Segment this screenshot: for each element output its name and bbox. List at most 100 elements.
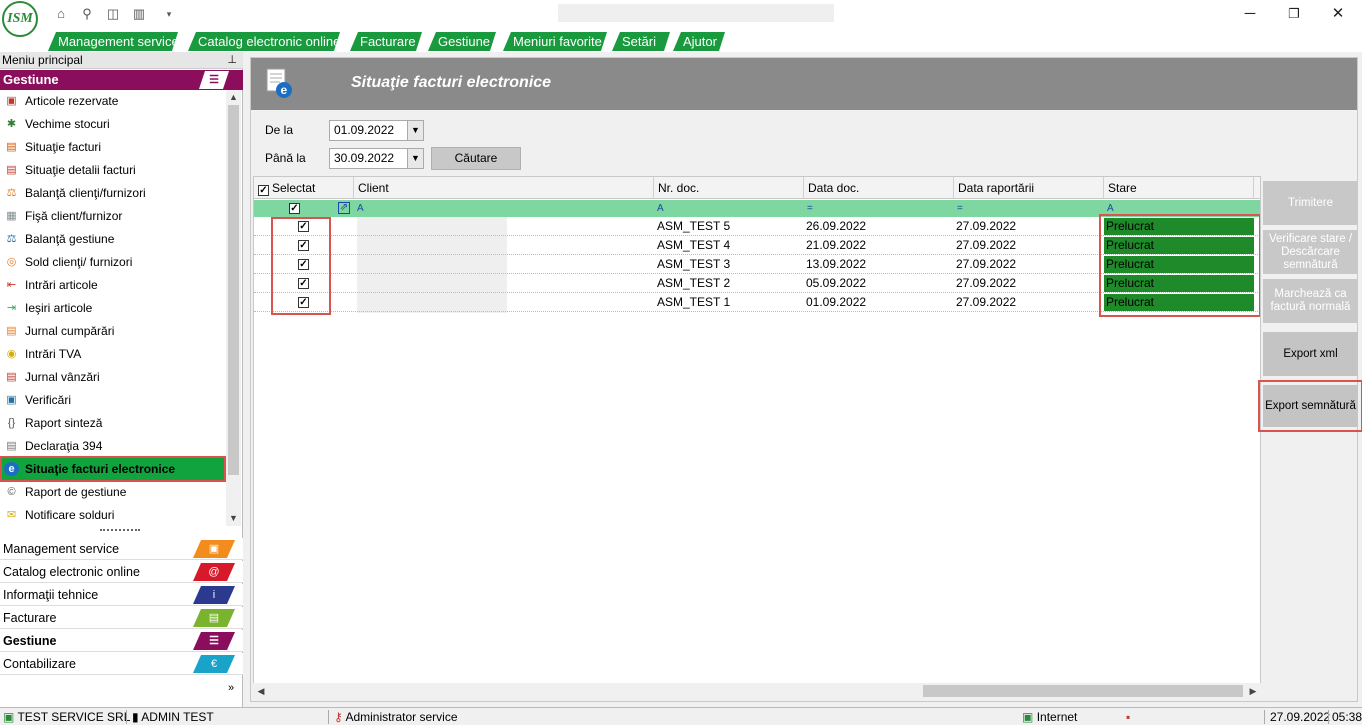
menu-item-vechime-stocuri[interactable]: ✱ Vechime stocuri bbox=[2, 113, 224, 135]
menu-item-jurnal-cumparari[interactable]: ▤ Jurnal cumpărări bbox=[2, 320, 224, 342]
more-tabs-icon[interactable]: » bbox=[228, 682, 234, 694]
verificare-stare-button[interactable]: Verificare stare / Descărcare semnătură bbox=[1263, 230, 1358, 274]
home-icon[interactable]: ⌂ bbox=[52, 6, 70, 22]
menu-catalog-electronic-online[interactable]: Catalog electronic online bbox=[188, 32, 340, 51]
menu-management-service[interactable]: Management service bbox=[48, 32, 178, 51]
status-separator bbox=[126, 710, 127, 724]
nav-tab-management-service[interactable]: Management service ▣ bbox=[0, 538, 243, 560]
menu-meniuri-favorite[interactable]: Meniuri favorite bbox=[503, 32, 607, 51]
scroll-down-icon[interactable]: ▼ bbox=[226, 511, 241, 526]
search-button[interactable]: Căutare bbox=[431, 147, 521, 170]
dropdown-arrow-icon[interactable]: ▼ bbox=[407, 149, 423, 168]
menu-item-raport-sinteza[interactable]: {} Raport sinteză bbox=[2, 412, 224, 434]
column-header-stare[interactable]: Stare bbox=[1104, 177, 1254, 199]
menu-facturare[interactable]: Facturare bbox=[350, 32, 422, 51]
menu-ajutor[interactable]: Ajutor bbox=[673, 32, 725, 51]
invoices-grid: ✓ Selectat Client Nr. doc. Data doc. Data… bbox=[253, 176, 1261, 684]
barcode-icon[interactable]: ▥ bbox=[130, 6, 148, 22]
menu-item-sold-clienti-furnizori[interactable]: ◎ Sold clienţi/ furnizori bbox=[2, 251, 224, 273]
column-header-data-raportarii[interactable]: Data raportării bbox=[954, 177, 1104, 199]
globe-icon: ▣ bbox=[1022, 710, 1034, 724]
nav-tab-facturare[interactable]: Facturare ▤ bbox=[0, 607, 243, 629]
hscroll-thumb[interactable] bbox=[923, 685, 1243, 697]
menu-item-balanta-gestiune[interactable]: ⚖ Balanţă gestiune bbox=[2, 228, 224, 250]
cell-data-doc: 05.09.2022 bbox=[806, 276, 867, 290]
column-header-client[interactable]: Client bbox=[354, 177, 654, 199]
export-semnatura-button[interactable]: Export semnătură bbox=[1258, 380, 1362, 432]
minimize-button[interactable]: ─ bbox=[1236, 4, 1264, 24]
menu-item-raport-de-gestiune[interactable]: © Raport de gestiune bbox=[2, 481, 224, 503]
from-date-field[interactable]: 01.09.2022 ▼ bbox=[329, 120, 424, 141]
menu-item-balanta-clienti-furnizori[interactable]: ⚖ Balanţă clienţi/furnizori bbox=[2, 182, 224, 204]
column-header-nr-doc[interactable]: Nr. doc. bbox=[654, 177, 804, 199]
select-all-checkbox[interactable]: ✓ bbox=[258, 185, 269, 196]
menu-item-notificare-solduri[interactable]: ✉ Notificare solduri bbox=[2, 504, 224, 526]
column-header-extra bbox=[1254, 177, 1260, 199]
menu-gestiune[interactable]: Gestiune bbox=[428, 32, 496, 51]
menu-item-iesiri-articole[interactable]: ⇥ Ieşiri articole bbox=[2, 297, 224, 319]
menu-item-situatie-facturi[interactable]: ▤ Situaţie facturi bbox=[2, 136, 224, 158]
nav-tab-catalog-electronic-online[interactable]: Catalog electronic online @ bbox=[0, 561, 243, 583]
nav-tab-informatii-tehnice[interactable]: Informaţii tehnice i bbox=[0, 584, 243, 606]
filter-select-checkbox[interactable]: ✓ bbox=[289, 203, 300, 214]
menu-item-situatie-facturi-electronice[interactable]: e Situaţie facturi electronice bbox=[0, 456, 226, 482]
close-button[interactable]: ✕ bbox=[1324, 4, 1352, 24]
marcheaza-factura-normala-button[interactable]: Marchează ca factură normală bbox=[1263, 279, 1358, 323]
menu-item-situatie-detalii-facturi[interactable]: ▤ Situaţie detalii facturi bbox=[2, 159, 224, 181]
balance-clients-icon: ⚖ bbox=[6, 187, 17, 199]
menu-item-verificari[interactable]: ▣ Verificări bbox=[2, 389, 224, 411]
gestiune-section-icon: ☰ bbox=[199, 71, 229, 89]
cell-data-raportarii: 27.09.2022 bbox=[956, 295, 1017, 309]
filter-op-data-raportarii[interactable]: = bbox=[957, 200, 963, 217]
menu-item-fisa-client-furnizor[interactable]: ▦ Fişă client/furnizor bbox=[2, 205, 224, 227]
role-status: ⚷ Administrator service bbox=[334, 710, 458, 724]
reserved-items-icon: ▣ bbox=[6, 95, 17, 107]
nav-tab-contabilizare[interactable]: Contabilizare € bbox=[0, 653, 243, 675]
filter-op-client[interactable]: A bbox=[357, 200, 364, 217]
scroll-left-icon[interactable]: ◀ bbox=[253, 683, 269, 699]
to-date-label: Până la bbox=[265, 151, 306, 165]
page-title: Situaţie facturi electronice bbox=[351, 74, 552, 91]
search-user-icon[interactable]: ⚲ bbox=[78, 6, 96, 22]
binoculars-icon[interactable]: ◫ bbox=[104, 6, 122, 22]
entries-icon: ⇤ bbox=[6, 279, 17, 291]
filter-op-data-doc[interactable]: = bbox=[807, 200, 813, 217]
dropdown-arrow-icon[interactable]: ▼ bbox=[407, 121, 423, 140]
menu-setari[interactable]: Setări bbox=[612, 32, 670, 51]
section-label: Gestiune bbox=[3, 72, 59, 87]
menu-item-articole-rezervate[interactable]: ▣ Articole rezervate bbox=[2, 90, 224, 112]
cell-nr-doc: ASM_TEST 3 bbox=[657, 257, 731, 271]
nav-tab-gestiune[interactable]: Gestiune ☰ bbox=[0, 630, 243, 652]
column-header-data-doc[interactable]: Data doc. bbox=[804, 177, 954, 199]
column-header-selectat[interactable]: ✓ Selectat bbox=[254, 177, 354, 199]
scroll-right-icon[interactable]: ▶ bbox=[1245, 683, 1261, 699]
connection-status: ▣ Internet bbox=[1022, 710, 1078, 724]
vat-entries-icon: ◉ bbox=[6, 348, 17, 360]
grid-horizontal-scrollbar[interactable]: ◀ ▶ bbox=[253, 683, 1261, 699]
scrollbar-thumb[interactable] bbox=[228, 105, 239, 475]
main-content: e Situaţie facturi electronice De la 01.… bbox=[250, 57, 1362, 702]
app-logo[interactable]: ISM bbox=[2, 1, 38, 37]
to-date-field[interactable]: 30.09.2022 ▼ bbox=[329, 148, 424, 169]
cell-nr-doc: ASM_TEST 2 bbox=[657, 276, 731, 290]
filter-op-nr-doc[interactable]: A bbox=[657, 200, 664, 217]
sales-journal-icon: ▤ bbox=[6, 371, 17, 383]
menu-item-jurnal-vanzari[interactable]: ▤ Jurnal vânzări bbox=[2, 366, 224, 388]
management-service-icon: ▣ bbox=[193, 540, 235, 558]
purchase-journal-icon: ▤ bbox=[6, 325, 17, 337]
info-icon: i bbox=[193, 586, 235, 604]
scroll-up-icon[interactable]: ▲ bbox=[226, 90, 241, 105]
menu-list-scrollbar[interactable]: ▲ ▼ bbox=[226, 90, 241, 526]
quick-access-dropdown-icon[interactable]: ▾ bbox=[160, 6, 178, 22]
menu-item-declaratia-394[interactable]: ▤ Declaraţia 394 bbox=[2, 435, 224, 457]
trimitere-button[interactable]: Trimitere bbox=[1263, 181, 1358, 225]
management-report-icon: © bbox=[7, 486, 16, 498]
menu-item-intrari-articole[interactable]: ⇤ Intrări articole bbox=[2, 274, 224, 296]
maximize-button[interactable]: ❐ bbox=[1280, 4, 1308, 24]
panel-splitter[interactable] bbox=[100, 529, 140, 533]
pin-icon[interactable]: ⊥ bbox=[227, 52, 237, 69]
export-xml-button[interactable]: Export xml bbox=[1263, 332, 1358, 376]
clear-filter-icon[interactable]: ⇗ bbox=[338, 202, 350, 214]
menu-item-intrari-tva[interactable]: ◉ Intrări TVA bbox=[2, 343, 224, 365]
section-header-gestiune[interactable]: Gestiune ☰ bbox=[0, 70, 243, 90]
